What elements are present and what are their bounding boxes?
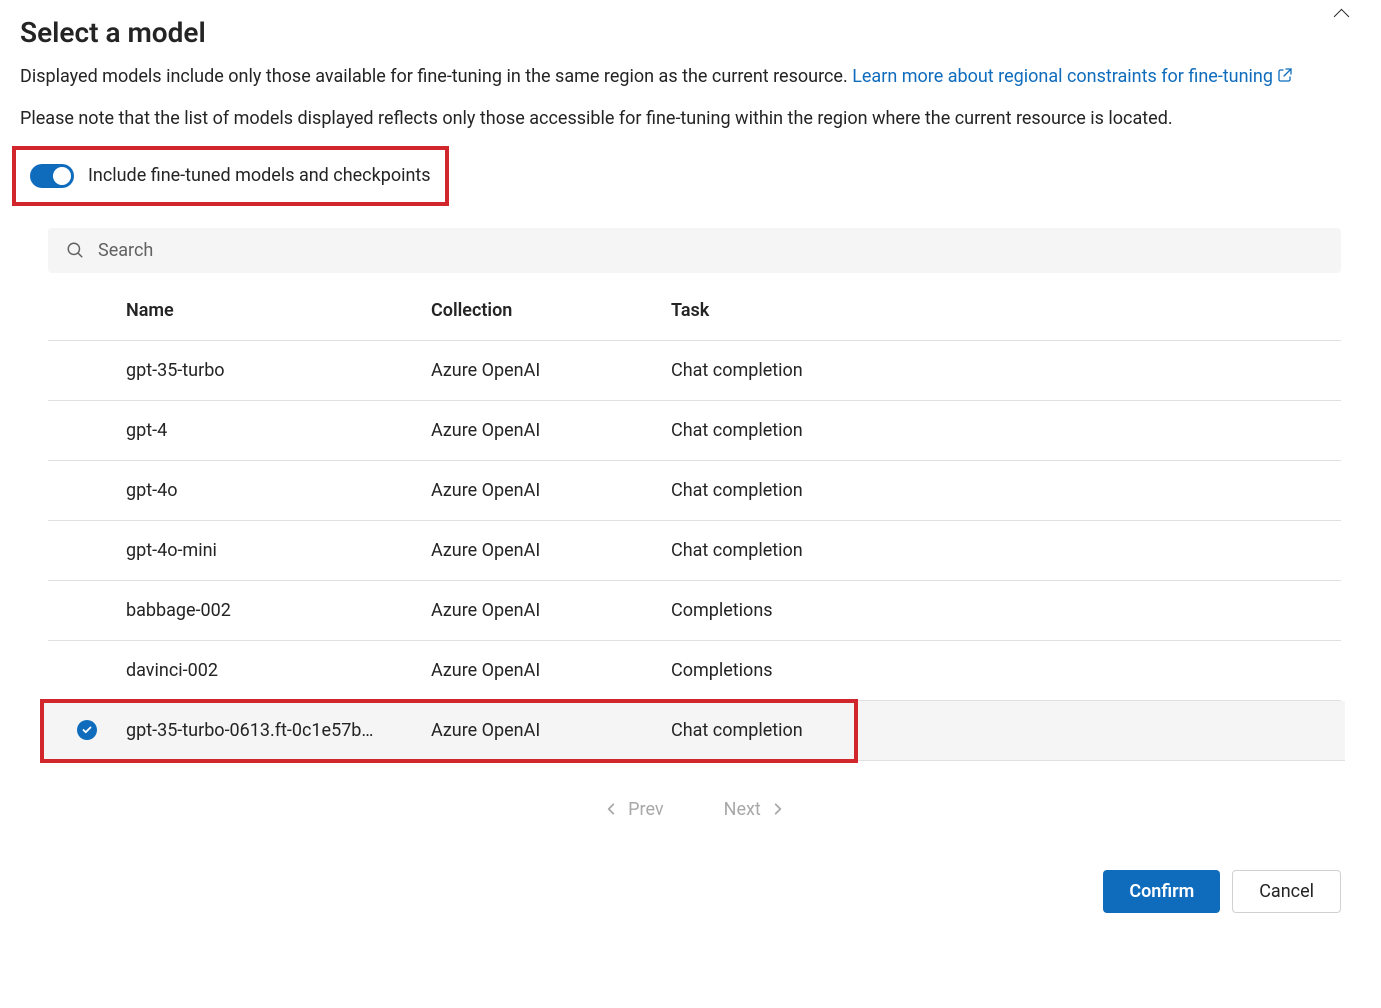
row-task: Chat completion — [671, 420, 1341, 441]
table-row[interactable]: gpt-4 Azure OpenAI Chat completion — [48, 401, 1341, 461]
row-collection: Azure OpenAI — [431, 480, 671, 501]
row-name: gpt-4o — [126, 480, 431, 501]
prev-button[interactable]: Prev — [604, 799, 663, 820]
table-row[interactable]: gpt-35-turbo Azure OpenAI Chat completio… — [48, 341, 1341, 401]
toggle-highlight: Include fine-tuned models and checkpoint… — [12, 146, 449, 206]
table-row[interactable]: gpt-4o-mini Azure OpenAI Chat completion — [48, 521, 1341, 581]
radio-selected-icon — [77, 720, 97, 740]
row-task: Chat completion — [671, 720, 1341, 741]
collapse-icon[interactable] — [1333, 6, 1351, 24]
chevron-right-icon — [771, 802, 785, 816]
row-task: Completions — [671, 600, 1341, 621]
chevron-left-icon — [604, 802, 618, 816]
page-title: Select a model — [20, 16, 206, 49]
row-task: Chat completion — [671, 540, 1341, 561]
pagination: Prev Next — [48, 799, 1341, 820]
table-row[interactable]: davinci-002 Azure OpenAI Completions — [48, 641, 1341, 701]
header-collection: Collection — [431, 300, 671, 321]
search-bar[interactable] — [48, 228, 1341, 273]
table-row[interactable]: gpt-35-turbo-0613.ft-0c1e57b… Azure Open… — [44, 701, 1345, 761]
learn-more-link[interactable]: Learn more about regional constraints fo… — [852, 66, 1293, 87]
toggle-label: Include fine-tuned models and checkpoint… — [88, 165, 431, 186]
description-intro: Displayed models include only those avai… — [20, 66, 852, 87]
next-button[interactable]: Next — [724, 799, 785, 820]
row-name: gpt-35-turbo-0613.ft-0c1e57b… — [126, 720, 431, 741]
description-text: Displayed models include only those avai… — [20, 63, 1361, 91]
include-finetuned-toggle[interactable] — [30, 164, 74, 188]
row-name: davinci-002 — [126, 660, 431, 681]
row-collection: Azure OpenAI — [431, 600, 671, 621]
table-row[interactable]: babbage-002 Azure OpenAI Completions — [48, 581, 1341, 641]
header-task: Task — [671, 300, 1341, 321]
row-name: gpt-35-turbo — [126, 360, 431, 381]
row-collection: Azure OpenAI — [431, 660, 671, 681]
row-collection: Azure OpenAI — [431, 360, 671, 381]
row-name: babbage-002 — [126, 600, 431, 621]
external-link-icon — [1277, 64, 1293, 91]
header-name: Name — [126, 300, 431, 321]
row-collection: Azure OpenAI — [431, 720, 671, 741]
row-task: Chat completion — [671, 360, 1341, 381]
note-text: Please note that the list of models disp… — [20, 105, 1361, 132]
table-row[interactable]: gpt-4o Azure OpenAI Chat completion — [48, 461, 1341, 521]
row-collection: Azure OpenAI — [431, 540, 671, 561]
footer: Confirm Cancel — [20, 870, 1361, 913]
row-task: Completions — [671, 660, 1341, 681]
model-table: Name Collection Task gpt-35-turbo Azure … — [48, 281, 1341, 761]
search-input[interactable] — [98, 240, 1323, 261]
cancel-button[interactable]: Cancel — [1232, 870, 1341, 913]
row-collection: Azure OpenAI — [431, 420, 671, 441]
row-name: gpt-4 — [126, 420, 431, 441]
table-header-row: Name Collection Task — [48, 281, 1341, 341]
row-name: gpt-4o-mini — [126, 540, 431, 561]
search-icon — [66, 241, 84, 259]
row-radio[interactable] — [48, 720, 126, 740]
row-task: Chat completion — [671, 480, 1341, 501]
confirm-button[interactable]: Confirm — [1103, 870, 1220, 913]
